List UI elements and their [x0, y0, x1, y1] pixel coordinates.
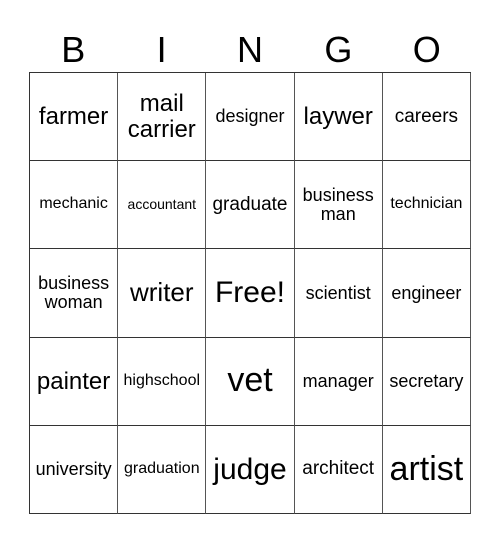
bingo-cell[interactable]: accountant: [118, 161, 207, 250]
bingo-cell[interactable]: architect: [294, 425, 383, 514]
free-space-cell[interactable]: Free!: [206, 249, 295, 338]
bingo-cell[interactable]: graduation: [118, 425, 207, 514]
bingo-cell[interactable]: university: [30, 425, 119, 514]
bingo-cell[interactable]: business man: [294, 161, 383, 250]
bingo-cell[interactable]: mail carrier: [118, 73, 207, 162]
bingo-cell[interactable]: farmer: [30, 73, 119, 162]
bingo-cell[interactable]: engineer: [382, 249, 471, 338]
bingo-grid: farmer mail carrier designer laywer care…: [29, 72, 471, 514]
bingo-cell[interactable]: judge: [206, 425, 295, 514]
bingo-cell[interactable]: careers: [382, 73, 471, 162]
header-letter-n: N: [236, 29, 263, 70]
bingo-cell[interactable]: mechanic: [30, 161, 119, 250]
bingo-cell[interactable]: business woman: [30, 249, 119, 338]
bingo-header: B I N G O: [29, 28, 471, 72]
header-letter-b: B: [61, 29, 86, 70]
bingo-cell[interactable]: writer: [118, 249, 207, 338]
bingo-cell[interactable]: designer: [206, 73, 295, 162]
bingo-cell[interactable]: artist: [382, 425, 471, 514]
bingo-cell[interactable]: technician: [382, 161, 471, 250]
bingo-cell[interactable]: painter: [30, 337, 119, 426]
bingo-cell[interactable]: laywer: [294, 73, 383, 162]
bingo-cell[interactable]: vet: [206, 337, 295, 426]
bingo-cell[interactable]: highschool: [118, 337, 207, 426]
bingo-cell[interactable]: graduate: [206, 161, 295, 250]
header-letter-i: I: [156, 29, 167, 70]
bingo-cell[interactable]: scientist: [294, 249, 383, 338]
header-letter-o: O: [412, 29, 441, 70]
header-letter-g: G: [324, 29, 353, 70]
bingo-cell[interactable]: secretary: [382, 337, 471, 426]
bingo-cell[interactable]: manager: [294, 337, 383, 426]
